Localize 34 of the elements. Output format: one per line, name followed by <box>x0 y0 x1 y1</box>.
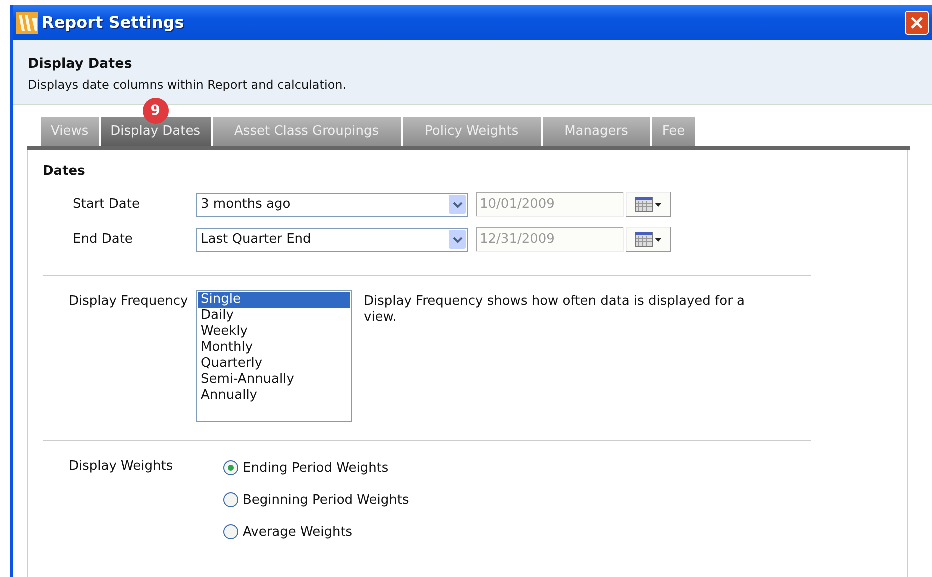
list-option[interactable]: Annually <box>198 388 350 404</box>
date-dropdown[interactable]: Last Quarter End <box>196 228 468 252</box>
date-dropdown[interactable]: 3 months ago <box>196 192 468 216</box>
close-button[interactable] <box>905 10 929 34</box>
caret-icon <box>655 238 662 242</box>
list-option[interactable]: Semi-Annually <box>198 372 350 388</box>
section-title: Display Dates <box>28 56 134 72</box>
list-option[interactable]: Weekly <box>198 324 350 340</box>
calendar-button[interactable] <box>626 227 671 252</box>
chevron-down-icon <box>452 200 462 208</box>
list-option[interactable]: Monthly <box>198 340 350 356</box>
field-label: Display Weights <box>68 459 174 476</box>
logo-icon <box>16 12 38 34</box>
caret-icon <box>655 202 662 206</box>
frequency-list[interactable]: Single Daily Weekly Monthly Quarterly Semi-Annually Annually <box>196 290 352 422</box>
close-icon <box>909 14 925 30</box>
list-option[interactable]: Daily <box>198 308 350 324</box>
weights-radio[interactable]: Beginning Period Weights <box>223 491 410 509</box>
list-option[interactable]: Single <box>198 292 350 308</box>
list-option[interactable]: Quarterly <box>198 356 350 372</box>
tab[interactable]: Display Dates <box>100 117 211 146</box>
field-label: End Date <box>72 232 134 247</box>
frequency-description: Display Frequency shows how often data is displayed for a view. <box>364 294 746 327</box>
field-label: Start Date <box>72 197 141 212</box>
calendar-button[interactable] <box>626 192 671 217</box>
section-description: Displays date columns within Report and calculation. <box>28 78 348 92</box>
weights-radio[interactable]: Ending Period Weights <box>223 459 410 477</box>
group-heading: Dates <box>43 164 86 179</box>
calendar-icon <box>635 232 653 247</box>
field-label: Display Frequency <box>68 294 190 311</box>
window-title: Report Settings <box>42 13 186 32</box>
chevron-down-icon <box>452 236 462 244</box>
calendar-icon <box>635 197 653 212</box>
weights-radio[interactable]: Average Weights <box>223 523 410 541</box>
